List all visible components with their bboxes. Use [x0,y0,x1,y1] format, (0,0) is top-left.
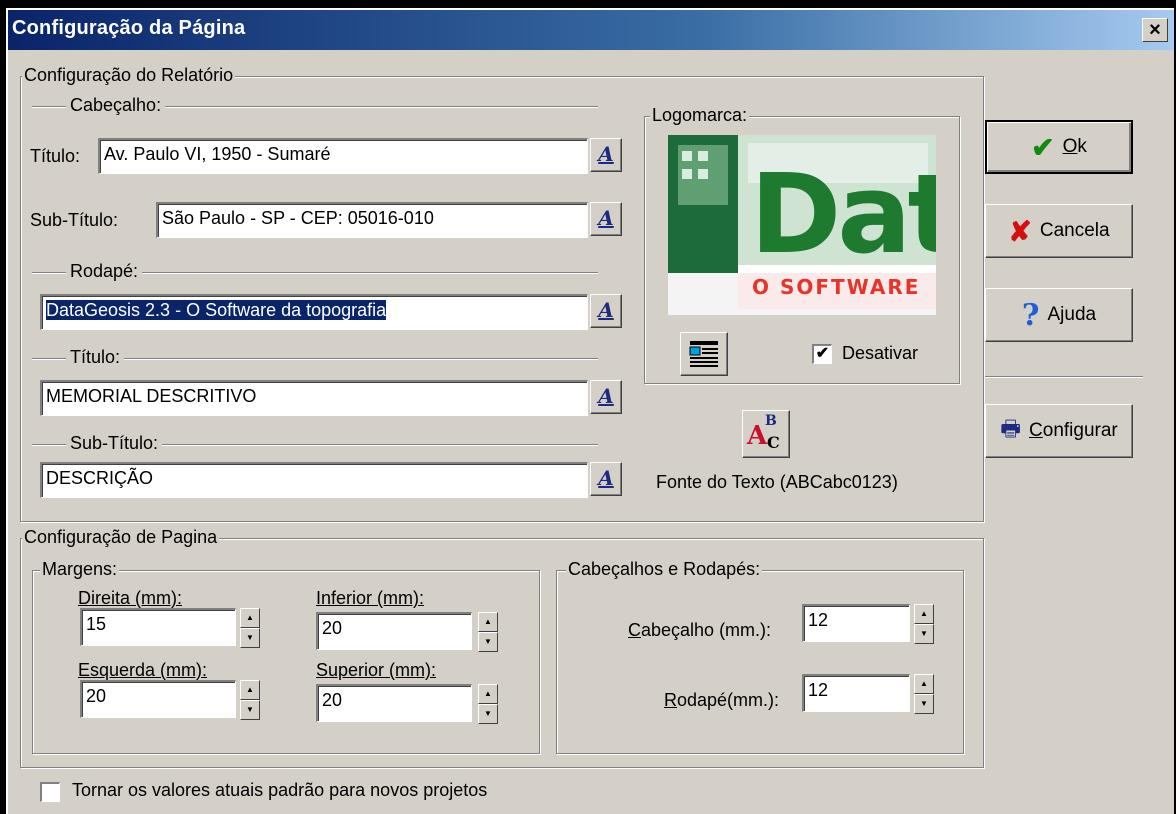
configurar-label: Configurar [1029,420,1118,441]
ajuda-button[interactable]: ? Ajuda [985,288,1133,342]
rodape-font-button[interactable]: A [590,294,622,328]
inferior-input[interactable]: 20 [316,612,472,650]
subtitulo2-input[interactable]: DESCRIÇÃO [40,462,588,498]
configurar-button[interactable]: 🖶 Configurar [985,404,1133,458]
direita-label: Direita (mm): [78,588,182,608]
titulo2-label: Título: [66,347,125,368]
abc-font-icon-c: C [767,433,780,452]
subtitulo2-font-button[interactable]: A [590,462,622,496]
esquerda-spin-up-icon[interactable]: ▲ [240,680,260,700]
cabecalho-mm-spinner[interactable]: ▲ ▼ [914,604,934,644]
subtitulo-label: Sub-Título: [30,210,119,230]
rodape-mm-input[interactable]: 12 [802,674,910,712]
abc-font-icon-b: B [765,413,777,429]
inferior-spinner[interactable]: ▲ ▼ [478,612,498,652]
rodape-mm-spin-down-icon[interactable]: ▼ [914,694,934,714]
title-bar[interactable]: Configuração da Página × [8,10,1174,50]
rodape-mm-spin-up-icon[interactable]: ▲ [914,674,934,694]
superior-label: Superior (mm): [316,660,437,680]
page-config-legend: Configuração de Pagina [22,527,220,548]
titulo-label: Título: [30,146,81,166]
direita-input[interactable]: 15 [80,608,236,646]
fonte-texto-button[interactable]: A B C [742,410,790,458]
esquerda-spin-down-icon[interactable]: ▼ [240,700,260,720]
default-values-label: Tornar os valores atuais padrão para nov… [72,780,488,800]
margens-legend: Margens: [40,559,120,580]
rodape-mm-spinner[interactable]: ▲ ▼ [914,674,934,714]
page-config-dialog: Configuração da Página × Configuração do… [6,8,1174,814]
titulo2-font-button[interactable]: A [590,380,622,414]
direita-spin-down-icon[interactable]: ▼ [240,628,260,648]
rodape-mm-label: Rodapé(mm.): [664,690,780,710]
report-config-legend: Configuração do Relatório [22,65,236,86]
fonte-texto-label: Fonte do Texto (ABCabc0123) [656,472,898,492]
rodape-input[interactable]: DataGeosis 2.3 - O Software da topografi… [40,294,588,330]
check-icon: ✔ [1031,131,1055,163]
image-list-icon [689,341,718,367]
logomarca-legend: Logomarca: [650,105,750,126]
rodape-input-selection: DataGeosis 2.3 - O Software da topografi… [46,300,387,320]
x-icon: ✘ [1008,215,1032,247]
cancela-label: Cancela [1039,220,1110,241]
direita-spin-up-icon[interactable]: ▲ [240,608,260,628]
cabecalho-mm-input[interactable]: 12 [802,604,910,642]
logo-select-button[interactable] [680,332,728,376]
cancela-button[interactable]: ✘ Cancela [985,204,1133,258]
subtitulo-input[interactable]: São Paulo - SP - CEP: 05016-010 [156,202,588,238]
esquerda-label: Esquerda (mm): [78,660,208,680]
cabecalho-mm-spin-up-icon[interactable]: ▲ [914,604,934,624]
logo-subtext: O SOFTWARE [752,275,921,299]
desativar-checkbox[interactable]: ✔ [812,344,832,364]
close-button[interactable]: × [1142,18,1168,42]
cabecalho-label: Cabeçalho: [66,95,166,116]
superior-spin-up-icon[interactable]: ▲ [478,684,498,704]
logo-image: Dat O SOFTWARE [668,135,936,315]
cab-rod-group [556,570,964,754]
titulo2-input[interactable]: MEMORIAL DESCRITIVO [40,380,588,416]
titulo-font-button[interactable]: A [590,138,622,172]
esquerda-input[interactable]: 20 [80,680,236,718]
inferior-label: Inferior (mm): [316,588,424,608]
direita-spinner[interactable]: ▲ ▼ [240,608,260,648]
ok-button[interactable]: ✔ Ok [985,120,1133,174]
ajuda-label: Ajuda [1047,304,1097,325]
superior-input[interactable]: 20 [316,684,472,722]
logo-text: Dat [750,150,936,278]
cab-rod-legend: Cabeçalhos e Rodapés: [566,559,763,580]
desativar-label: Desativar [842,343,919,363]
printer-setup-icon: 🖶 [1000,416,1022,441]
cabecalho-mm-spin-down-icon[interactable]: ▼ [914,624,934,644]
ok-label: Ok [1062,136,1087,157]
question-icon: ? [1021,297,1040,333]
titulo-input[interactable]: Av. Paulo VI, 1950 - Sumaré [98,138,588,174]
subtitulo2-label: Sub-Título: [66,433,163,454]
inferior-spin-down-icon[interactable]: ▼ [478,632,498,652]
rodape-label: Rodapé: [66,261,143,282]
subtitulo-font-button[interactable]: A [590,202,622,236]
window-title: Configuração da Página [12,17,246,39]
inferior-spin-up-icon[interactable]: ▲ [478,612,498,632]
esquerda-spinner[interactable]: ▲ ▼ [240,680,260,720]
superior-spin-down-icon[interactable]: ▼ [478,704,498,724]
superior-spinner[interactable]: ▲ ▼ [478,684,498,724]
default-values-checkbox[interactable] [40,782,60,802]
actions-separator [985,376,1143,378]
cabecalho-mm-label: Cabeçalho (mm.): [628,620,772,640]
